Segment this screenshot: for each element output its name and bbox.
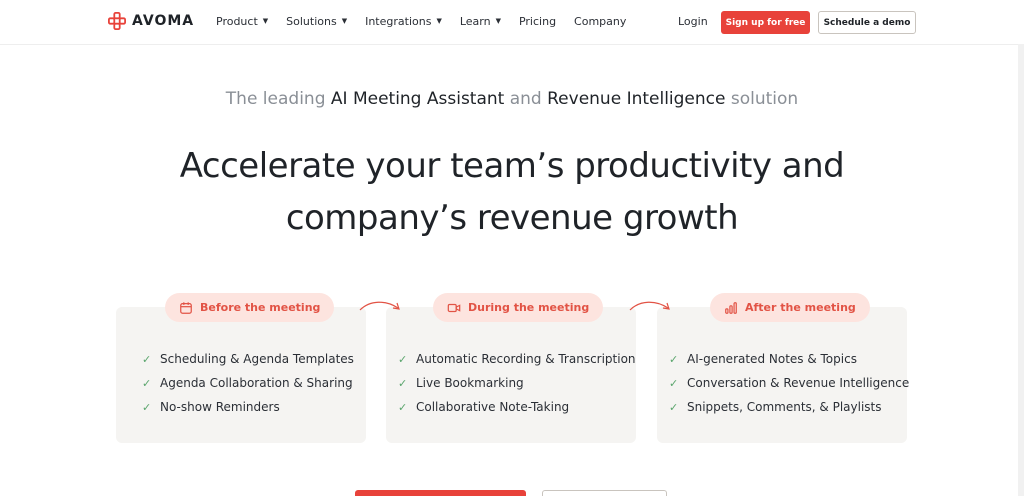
kicker-highlight: Revenue Intelligence [547,89,726,109]
kicker-highlight: AI Meeting Assistant [330,89,505,109]
feature-label: AI-generated Notes & Topics [687,352,857,366]
menu-item-solutions[interactable]: Solutions ▼ [286,15,347,28]
nav-divider [0,44,1024,45]
menu-item-label: Integrations [365,15,432,28]
kicker-text: solution [725,89,799,109]
list-item: ✓ Scheduling & Agenda Templates [142,347,354,371]
list-item: ✓ Automatic Recording & Transcription [398,347,636,371]
after-meeting-pill: After the meeting [710,293,870,322]
check-icon: ✓ [398,400,408,414]
main-menu: Product ▼ Solutions ▼ Integrations ▼ Lea… [216,15,626,28]
during-meeting-pill: During the meeting [433,293,604,322]
menu-item-label: Solutions [286,15,337,28]
menu-item-company[interactable]: Company [574,15,626,28]
caret-down-icon: ▼ [436,17,442,25]
pill-label: After the meeting [745,301,856,314]
feature-list: ✓ Automatic Recording & Transcription ✓ Li… [398,347,636,419]
curved-arrow-icon [359,301,400,311]
pill-label: Before the meeting [200,301,321,314]
top-navigation: AVOMA Product ▼ Solutions ▼ Integrations… [0,0,1024,44]
menu-item-integrations[interactable]: Integrations ▼ [365,15,442,28]
video-camera-icon [447,303,461,312]
curved-arrow-icon [629,301,670,311]
during-meeting-card: ✓ Automatic Recording & Transcription ✓ Li… [386,307,636,443]
check-icon: ✓ [669,376,679,390]
list-item: ✓ Live Bookmarking [398,371,636,395]
pill-label: During the meeting [468,301,590,314]
check-icon: ✓ [142,400,152,414]
headline-line-2: company’s revenue growth [285,198,739,238]
feature-label: Collaborative Note-Taking [416,400,570,414]
caret-down-icon: ▼ [262,17,269,25]
menu-item-label: Product [216,15,258,28]
schedule-demo-button[interactable]: Schedule a demo [818,11,916,34]
hero-headline: Accelerate your team’s productivity and … [0,140,1024,244]
list-item: ✓ No-show Reminders [142,395,354,419]
check-icon: ✓ [398,352,408,366]
before-meeting-pill: Before the meeting [165,293,335,322]
secondary-cta-button[interactable] [542,490,667,496]
feature-list: ✓ AI-generated Notes & Topics ✓ Conversati… [669,347,909,419]
feature-list: ✓ Scheduling & Agenda Templates ✓ Agenda C… [142,347,354,419]
feature-label: Agenda Collaboration & Sharing [160,376,353,390]
menu-item-learn[interactable]: Learn ▼ [460,15,501,28]
feature-label: Automatic Recording & Transcription [416,352,636,366]
caret-down-icon: ▼ [495,17,501,25]
logo-text: AVOMA [132,13,195,29]
avoma-logo-icon [108,12,126,30]
menu-item-pricing[interactable]: Pricing [519,15,556,28]
check-icon: ✓ [669,400,679,414]
bar-chart-icon [725,301,737,314]
login-link[interactable]: Login [678,15,708,28]
headline-line-1: Accelerate your team’s productivity and [179,146,845,186]
menu-item-label: Learn [459,15,491,28]
feature-label: Scheduling & Agenda Templates [160,352,354,366]
list-item: ✓ Snippets, Comments, & Playlists [669,395,909,419]
avoma-logo[interactable]: AVOMA [108,12,194,30]
list-item: ✓ AI-generated Notes & Topics [669,347,909,371]
caret-down-icon: ▼ [341,17,348,25]
hero-kicker: The leading AI Meeting Assistant and Rev… [0,89,1024,109]
check-icon: ✓ [142,352,152,366]
after-meeting-card: ✓ AI-generated Notes & Topics ✓ Conversati… [657,307,909,443]
check-icon: ✓ [398,376,408,390]
feature-label: Snippets, Comments, & Playlists [687,400,882,414]
list-item: ✓ Agenda Collaboration & Sharing [142,371,354,395]
primary-cta-button[interactable] [355,490,526,496]
feature-label: Conversation & Revenue Intelligence [687,376,910,390]
signup-button[interactable]: Sign up for free [721,11,810,34]
kicker-text: The leading [225,89,331,109]
list-item: ✓ Conversation & Revenue Intelligence [669,371,909,395]
check-icon: ✓ [142,376,152,390]
menu-item-label: Pricing [518,15,557,28]
menu-item-label: Company [574,15,627,28]
before-meeting-card: ✓ Scheduling & Agenda Templates ✓ Agenda C… [116,307,366,443]
kicker-text: and [504,89,548,109]
feature-label: No-show Reminders [160,400,280,414]
check-icon: ✓ [669,352,679,366]
calendar-icon [180,301,192,314]
page-scrollbar[interactable] [1018,44,1024,496]
feature-label: Live Bookmarking [416,376,524,390]
list-item: ✓ Collaborative Note-Taking [398,395,636,419]
menu-item-product[interactable]: Product ▼ [216,15,268,28]
